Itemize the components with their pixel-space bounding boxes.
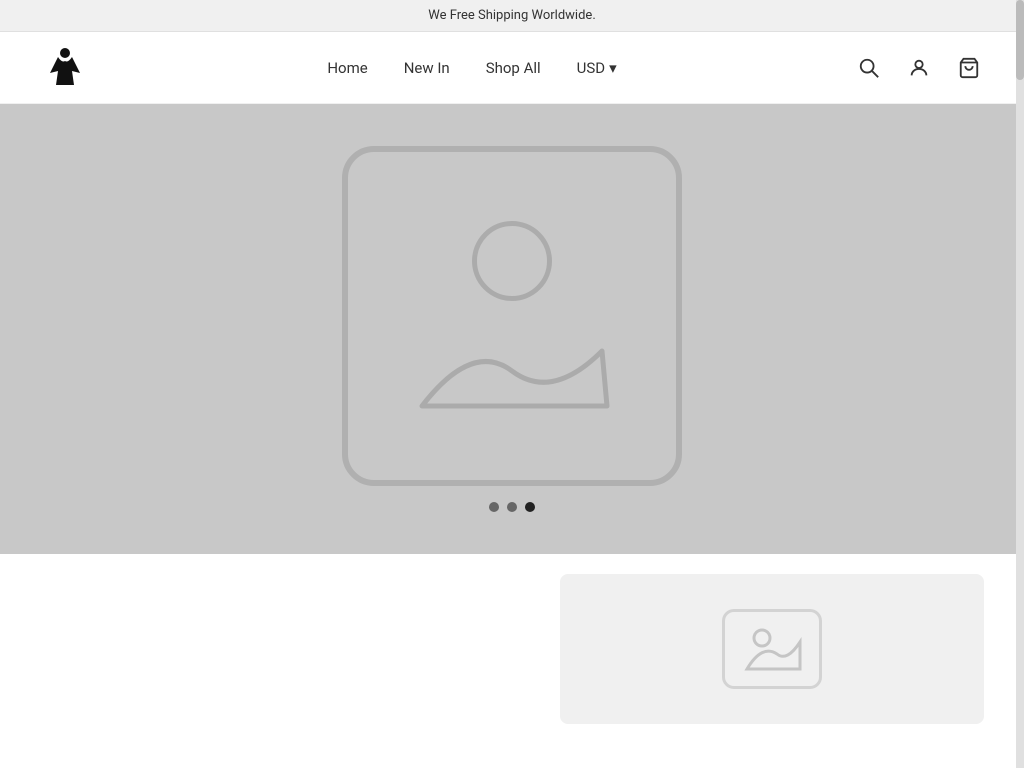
currency-arrow-icon: ▾	[609, 59, 617, 77]
search-icon	[858, 57, 880, 79]
placeholder-circle-icon	[472, 221, 552, 301]
placeholder-content	[412, 221, 612, 411]
product-image-placeholder	[722, 609, 822, 689]
logo-icon	[40, 43, 90, 93]
hero-image-placeholder	[342, 146, 682, 486]
nav-home[interactable]: Home	[327, 59, 367, 77]
cart-button[interactable]	[954, 53, 984, 83]
carousel-dots	[489, 502, 535, 512]
product-placeholder-icon	[742, 624, 802, 674]
announcement-bar: We Free Shipping Worldwide.	[0, 0, 1024, 32]
cart-icon	[958, 57, 980, 79]
scrollbar-thumb[interactable]	[1016, 0, 1024, 80]
nav-new-in[interactable]: New In	[404, 59, 450, 77]
placeholder-mountain-icon	[412, 331, 612, 411]
search-button[interactable]	[854, 53, 884, 83]
logo[interactable]	[40, 43, 90, 93]
nav-shop-all[interactable]: Shop All	[486, 59, 541, 77]
main-nav: Home New In Shop All USD ▾	[327, 59, 616, 77]
hero-banner	[0, 104, 1024, 554]
currency-label: USD	[577, 59, 605, 77]
currency-selector[interactable]: USD ▾	[577, 59, 617, 77]
announcement-text: We Free Shipping Worldwide.	[428, 8, 596, 23]
products-section	[0, 554, 1024, 744]
carousel-dot-1[interactable]	[489, 502, 499, 512]
header-icons	[854, 53, 984, 83]
scrollbar-track[interactable]	[1016, 0, 1024, 768]
site-header: Home New In Shop All USD ▾	[0, 32, 1024, 104]
carousel-dot-3[interactable]	[525, 502, 535, 512]
account-icon	[908, 57, 930, 79]
product-card-1[interactable]	[560, 574, 984, 724]
carousel-dot-2[interactable]	[507, 502, 517, 512]
account-button[interactable]	[904, 53, 934, 83]
